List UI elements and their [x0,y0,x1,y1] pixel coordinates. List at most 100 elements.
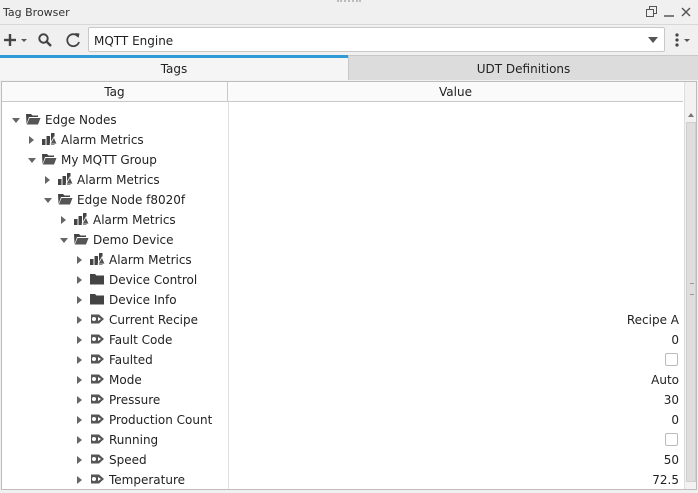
title-bar: Tag Browser [0,0,698,25]
tag-name: Current Recipe [109,313,198,327]
tag-value: 0 [671,413,679,427]
expand-toggle-icon[interactable] [77,316,82,324]
tag-name: Pressure [109,393,161,407]
folder-open-icon [57,192,73,206]
refresh-icon[interactable] [64,31,82,49]
tag-name: Faulted [109,353,153,367]
tag-icon [89,432,105,446]
tag-icon [89,472,105,486]
folder-open-icon [41,152,57,166]
tag-icon [89,372,105,386]
tag-name: Alarm Metrics [109,253,192,267]
drag-grip[interactable] [337,0,361,2]
tag-icon [89,392,105,406]
folder-icon [89,292,105,306]
tag-value-checkbox[interactable] [665,353,678,366]
tag-name: Temperature [109,473,186,487]
tag-name: Alarm Metrics [93,213,176,227]
expand-toggle-icon[interactable] [77,336,82,344]
tag-value: 72.5 [652,473,679,487]
tag-value: 0 [671,333,679,347]
tree-row[interactable]: Mode Auto [2,370,683,390]
tree-row[interactable]: Current Recipe Recipe A [2,310,683,330]
tag-name: Alarm Metrics [61,133,144,147]
expand-toggle-icon[interactable] [45,176,50,184]
minimize-icon[interactable] [662,5,676,19]
tag-table: Tag Value Edge Nodes Alarm Metrics My MQTT… [1,81,697,490]
expand-toggle-icon[interactable] [77,456,82,464]
folder-open-icon [73,232,89,246]
tree-row[interactable]: Demo Device [2,230,683,250]
tag-name: Fault Code [109,333,173,347]
tree-row[interactable]: Device Control [2,270,683,290]
tree-row[interactable]: Speed 50 [2,450,683,470]
tree-row[interactable]: Alarm Metrics [2,170,683,190]
tag-icon [89,312,105,326]
chevron-down-icon [648,37,658,43]
expand-toggle-icon[interactable] [77,276,82,284]
tree-row[interactable]: Pressure 30 [2,390,683,410]
tag-value: 50 [663,453,679,467]
toolbar: MQTT Engine [0,25,698,54]
alarm-metrics-icon [89,252,106,266]
column-header-tag[interactable]: Tag [2,82,228,102]
tag-name: Alarm Metrics [77,173,160,187]
tag-name: My MQTT Group [61,153,157,167]
expand-toggle-icon[interactable] [77,296,82,304]
tag-name: Running [109,433,159,447]
tag-value: Auto [651,373,679,387]
more-options-icon[interactable] [672,32,692,48]
tab-udt-definitions[interactable]: UDT Definitions [348,55,698,80]
expand-toggle-icon[interactable] [77,356,82,364]
collapse-toggle-icon[interactable] [28,158,36,163]
tag-provider-select[interactable]: MQTT Engine [88,27,665,52]
tree-row[interactable]: Faulted [2,350,683,370]
scrollbar-thumb[interactable] [686,122,696,482]
tag-name: Edge Nodes [45,113,117,127]
tag-tree: Edge Nodes Alarm Metrics My MQTT Group Alar… [2,110,683,489]
expand-toggle-icon[interactable] [29,136,34,144]
tag-icon [89,412,105,426]
tag-name: Speed [109,453,147,467]
column-header-value[interactable]: Value [228,82,683,102]
tree-row[interactable]: Alarm Metrics [2,250,683,270]
vertical-scrollbar[interactable] [684,82,696,489]
tag-name: Edge Node f8020f [77,193,186,207]
tree-row[interactable]: Alarm Metrics [2,210,683,230]
tag-name: Demo Device [93,233,174,247]
collapse-toggle-icon[interactable] [60,238,68,243]
tab-bar: Tags UDT Definitions [0,55,698,80]
search-icon[interactable] [37,31,53,49]
expand-toggle-icon[interactable] [77,416,82,424]
tag-icon [89,452,105,466]
tag-name: Mode [109,373,142,387]
tree-row[interactable]: Production Count 0 [2,410,683,430]
expand-toggle-icon[interactable] [77,376,82,384]
tree-row[interactable]: Running [2,430,683,450]
scrollbar-grip-icon [690,283,694,295]
expand-toggle-icon[interactable] [77,256,82,264]
tag-value-checkbox[interactable] [665,433,678,446]
scroll-up-icon[interactable] [688,113,694,117]
tree-row[interactable]: Edge Nodes [2,110,683,130]
tag-provider-value: MQTT Engine [94,34,174,48]
expand-toggle-icon[interactable] [77,436,82,444]
collapse-toggle-icon[interactable] [12,118,20,123]
add-tag-button[interactable] [3,31,29,49]
close-icon[interactable] [679,5,693,19]
tree-row[interactable]: Edge Node f8020f [2,190,683,210]
expand-toggle-icon[interactable] [77,396,82,404]
tab-tags[interactable]: Tags [0,55,348,80]
tree-row[interactable]: Fault Code 0 [2,330,683,350]
alarm-metrics-icon [41,132,58,146]
tree-row[interactable]: Device Info [2,290,683,310]
tree-row[interactable]: Alarm Metrics [2,130,683,150]
tree-row[interactable]: My MQTT Group [2,150,683,170]
tree-row[interactable]: Temperature 72.5 [2,470,683,489]
collapse-toggle-icon[interactable] [44,198,52,203]
table-header: Tag Value [2,82,683,102]
float-window-icon[interactable] [645,5,659,19]
alarm-metrics-icon [57,172,74,186]
expand-toggle-icon[interactable] [77,476,82,484]
expand-toggle-icon[interactable] [61,216,66,224]
